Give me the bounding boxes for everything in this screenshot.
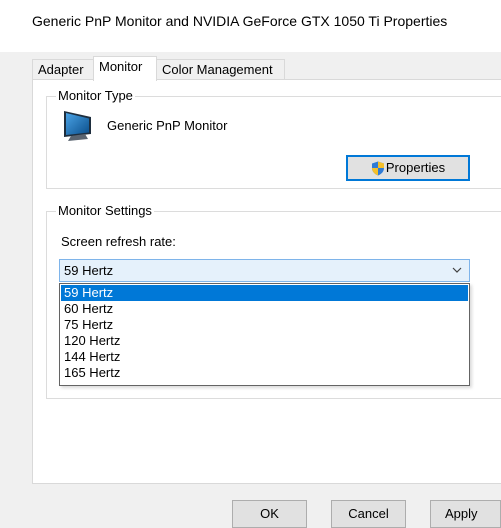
uac-shield-icon [371,161,384,176]
refresh-rate-select[interactable]: 59 Hertz [59,259,470,282]
monitor-icon [64,111,91,141]
refresh-rate-value: 59 Hertz [64,263,114,278]
properties-button-label: Properties [385,160,446,175]
properties-window: Generic PnP Monitor and NVIDIA GeForce G… [0,0,501,528]
tab-adapter[interactable]: Adapter [32,59,96,79]
tab-monitor[interactable]: Monitor [93,56,157,81]
refresh-option-165[interactable]: 165 Hertz [61,365,468,381]
refresh-option-60[interactable]: 60 Hertz [61,301,468,317]
window-title: Generic PnP Monitor and NVIDIA GeForce G… [32,13,448,29]
monitor-name: Generic PnP Monitor [107,118,228,133]
tab-color-management[interactable]: Color Management [156,59,285,79]
apply-button[interactable]: Apply [430,500,501,528]
chevron-down-icon [452,267,462,273]
refresh-option-120[interactable]: 120 Hertz [61,333,468,349]
refresh-option-75[interactable]: 75 Hertz [61,317,468,333]
cancel-button[interactable]: Cancel [331,500,406,528]
refresh-option-59[interactable]: 59 Hertz [61,285,468,301]
refresh-option-144[interactable]: 144 Hertz [61,349,468,365]
refresh-rate-dropdown: 59 Hertz 60 Hertz 75 Hertz 120 Hertz 144… [59,283,470,386]
refresh-rate-label: Screen refresh rate: [61,234,176,249]
monitor-settings-legend: Monitor Settings [56,203,154,218]
monitor-properties-button[interactable]: Properties [346,155,470,181]
ok-button[interactable]: OK [232,500,307,528]
monitor-type-legend: Monitor Type [56,88,135,103]
